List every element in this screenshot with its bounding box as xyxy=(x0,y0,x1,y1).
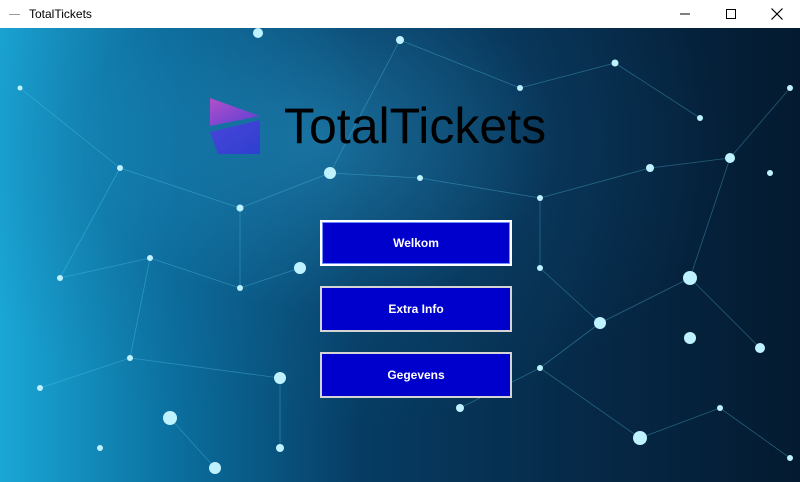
window-title: TotalTickets xyxy=(29,7,92,21)
extra-info-button[interactable]: Extra Info xyxy=(320,286,512,332)
minimize-icon[interactable] xyxy=(662,0,708,28)
app-icon xyxy=(9,13,20,15)
gegevens-button[interactable]: Gegevens xyxy=(320,352,512,398)
app-window: TotalTickets TotalTickets Welkom Extra I… xyxy=(0,0,800,482)
logo-mark-icon xyxy=(210,98,260,154)
maximize-icon[interactable] xyxy=(708,0,754,28)
title-bar[interactable]: TotalTickets xyxy=(0,0,800,28)
close-icon[interactable] xyxy=(754,0,800,28)
window-controls xyxy=(662,0,800,28)
logo-text: TotalTickets xyxy=(284,98,547,154)
welkom-button[interactable]: Welkom xyxy=(320,220,512,266)
logo: TotalTickets xyxy=(210,94,590,158)
main-panel: TotalTickets Welkom Extra Info Gegevens xyxy=(0,28,800,482)
